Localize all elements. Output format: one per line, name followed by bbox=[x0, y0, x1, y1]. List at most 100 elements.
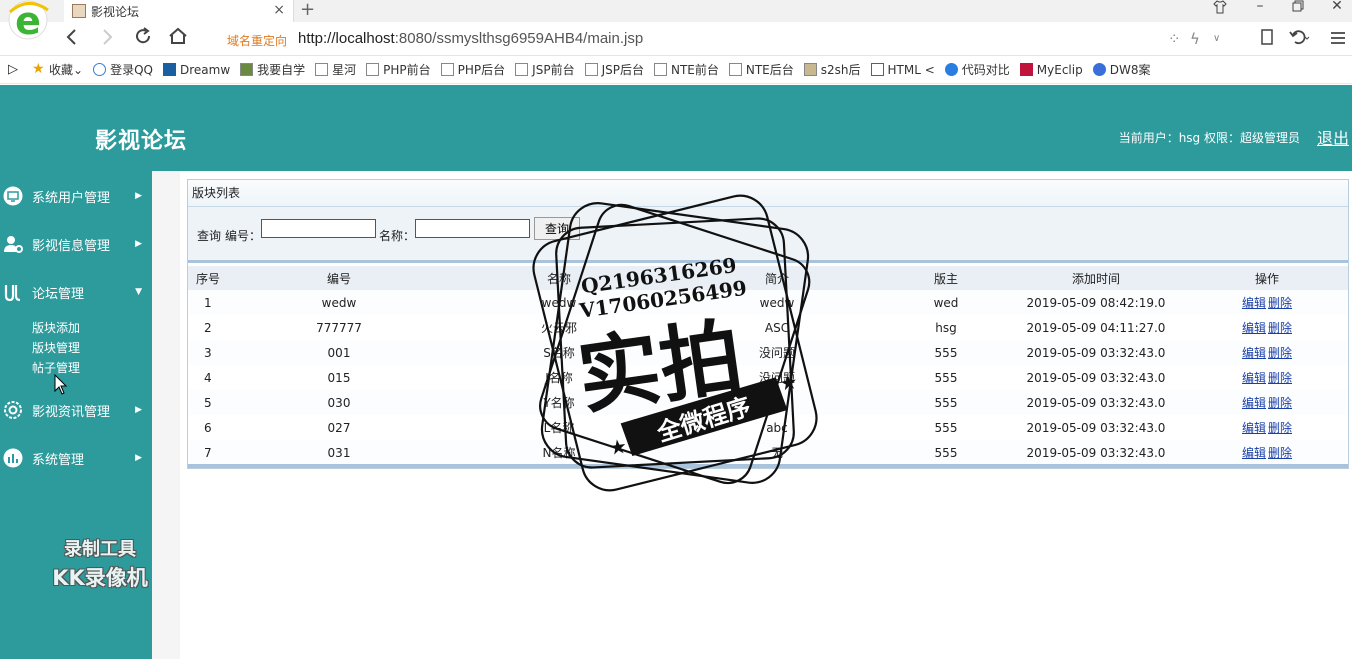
cell-no: 5 bbox=[204, 395, 212, 410]
recorder-watermark: 录制工具 KK录像机 bbox=[30, 535, 170, 592]
cell-time: 2019-05-09 03:32:43.0 bbox=[1026, 420, 1166, 435]
code-search-input[interactable] bbox=[261, 219, 376, 238]
sidebar-item-system[interactable]: 系统管理 ▶ bbox=[0, 434, 152, 482]
sidebar-item-system-users[interactable]: 系统用户管理 ▶ bbox=[0, 172, 152, 220]
sidebar-item-label: 论坛管理 bbox=[32, 286, 85, 302]
cell-name: J名称 bbox=[545, 371, 573, 385]
table-row: 5 030 Y名称 无 555 2019-05-09 03:32:43.0 编辑… bbox=[188, 390, 1348, 415]
back-button[interactable] bbox=[60, 26, 84, 50]
new-tab-button[interactable]: + bbox=[300, 0, 315, 20]
image-icon bbox=[803, 63, 817, 76]
bookmark-item[interactable]: 代码对比 bbox=[944, 61, 1010, 78]
edit-link[interactable]: 编辑 bbox=[1242, 396, 1266, 410]
delete-link[interactable]: 删除 bbox=[1268, 321, 1292, 335]
bookmark-item[interactable]: DW8案 bbox=[1092, 61, 1150, 78]
cell-name: 火云邪 bbox=[540, 321, 577, 335]
current-user-info: 当前用户：hsg 权限：超级管理员 bbox=[1118, 131, 1300, 145]
submenu-add-board[interactable]: 版块添加 bbox=[32, 319, 80, 336]
chevron-down-icon[interactable]: ∨ bbox=[1213, 33, 1220, 44]
minimize-button[interactable]: – bbox=[1245, 0, 1275, 13]
table-header-row: 序号 编号 名称 简介 版主 添加时间 操作 bbox=[188, 266, 1348, 290]
delete-link[interactable]: 删除 bbox=[1268, 446, 1292, 460]
cell-no: 6 bbox=[204, 420, 212, 435]
cell-intro: wedw bbox=[759, 295, 795, 310]
delete-link[interactable]: 删除 bbox=[1268, 396, 1292, 410]
page-icon bbox=[366, 63, 380, 76]
address-bar[interactable]: http://localhost:8080/ssmyslthsg6959AHB4… bbox=[298, 30, 643, 47]
tab-close-icon[interactable]: × bbox=[273, 2, 285, 18]
bookmark-item[interactable]: PHP前台 bbox=[366, 61, 431, 78]
site-title: 影视论坛 bbox=[95, 129, 188, 154]
submenu-manage-board[interactable]: 版块管理 bbox=[32, 339, 80, 356]
sidebar-item-movie-info[interactable]: 影视信息管理 ▶ bbox=[0, 220, 152, 268]
cell-actions: 编辑 删除 bbox=[1186, 390, 1348, 415]
cell-code: 030 bbox=[327, 395, 351, 410]
refresh-button[interactable] bbox=[131, 26, 155, 50]
cell-time: 2019-05-09 04:11:27.0 bbox=[1026, 320, 1166, 335]
edit-link[interactable]: 编辑 bbox=[1242, 321, 1266, 335]
menu-icon[interactable] bbox=[1326, 26, 1350, 50]
bookmark-item[interactable]: NTE前台 bbox=[653, 61, 719, 78]
table-row: 2 777777 火云邪 ASC hsg 2019-05-09 04:11:27… bbox=[188, 315, 1348, 340]
bar-chart-icon bbox=[3, 448, 23, 468]
shirt-skin-icon[interactable] bbox=[1205, 0, 1235, 16]
cell-name: Y名称 bbox=[543, 396, 575, 410]
bookmark-item[interactable]: HTML < bbox=[870, 63, 935, 77]
cell-moderator: 555 bbox=[934, 445, 958, 460]
undo-icon[interactable] bbox=[1288, 26, 1312, 50]
bookmark-item[interactable]: JSP前台 bbox=[515, 61, 575, 78]
bookmark-item[interactable]: 登录QQ bbox=[93, 61, 153, 78]
table-row: 1 wedw wedw wedw wed 2019-05-09 08:42:19… bbox=[188, 290, 1348, 315]
panel-title: 版块列表 bbox=[188, 180, 1348, 207]
recorder-watermark-line2: KK录像机 bbox=[52, 566, 148, 590]
logout-link[interactable]: 退出 bbox=[1317, 125, 1349, 149]
bookmark-item[interactable]: NTE后台 bbox=[728, 61, 794, 78]
close-window-button[interactable]: ✕ bbox=[1322, 0, 1352, 13]
bookmark-item[interactable]: PHP后台 bbox=[440, 61, 505, 78]
delete-link[interactable]: 删除 bbox=[1268, 371, 1292, 385]
cell-time: 2019-05-09 03:32:43.0 bbox=[1026, 445, 1166, 460]
table-row: 7 031 N名称 无 555 2019-05-09 03:32:43.0 编辑… bbox=[188, 440, 1348, 465]
delete-link[interactable]: 删除 bbox=[1268, 346, 1292, 360]
myeclipse-icon bbox=[1019, 63, 1033, 76]
name-search-input[interactable] bbox=[415, 219, 530, 238]
cell-code: 015 bbox=[327, 370, 351, 385]
bookmark-item[interactable]: Dreamw bbox=[162, 63, 230, 77]
grid-icon[interactable]: ⁘ bbox=[1168, 30, 1181, 48]
forward-button[interactable] bbox=[95, 26, 119, 50]
table-row: 3 001 S名称 没问题 555 2019-05-09 03:32:43.0 … bbox=[188, 340, 1348, 365]
edit-link[interactable]: 编辑 bbox=[1242, 296, 1266, 310]
browser-tab[interactable]: 影视论坛 × bbox=[64, 0, 294, 22]
restore-button[interactable] bbox=[1283, 0, 1313, 14]
cell-moderator: 555 bbox=[934, 395, 958, 410]
bookmark-item[interactable]: ★ 收藏 ⌄ bbox=[32, 61, 83, 78]
bookmark-page-icon[interactable] bbox=[1255, 26, 1279, 50]
page-header: 影视论坛 当前用户：hsg 权限：超级管理员 退出 bbox=[0, 85, 1352, 171]
lightning-icon[interactable]: ϟ bbox=[1190, 30, 1200, 48]
browser-toolbar: 域名重定向 http://localhost:8080/ssmyslthsg69… bbox=[0, 22, 1352, 56]
sidebar-toggle-icon[interactable]: ▷ bbox=[8, 62, 18, 77]
edit-link[interactable]: 编辑 bbox=[1242, 346, 1266, 360]
sidebar-item-forum[interactable]: 论坛管理 ▼ bbox=[0, 268, 152, 316]
edit-link[interactable]: 编辑 bbox=[1242, 446, 1266, 460]
bookmark-item[interactable]: JSP后台 bbox=[584, 61, 644, 78]
bookmark-item[interactable]: s2sh后 bbox=[803, 61, 861, 78]
mouse-cursor-icon bbox=[54, 374, 68, 395]
cell-time: 2019-05-09 08:42:19.0 bbox=[1026, 295, 1166, 310]
edit-link[interactable]: 编辑 bbox=[1242, 421, 1266, 435]
home-button[interactable] bbox=[166, 26, 190, 50]
cell-intro: abc bbox=[766, 420, 788, 435]
bookmark-item[interactable]: 星河 bbox=[315, 61, 356, 78]
column-header: 版主 bbox=[933, 271, 958, 286]
bookmark-item[interactable]: MyEclip bbox=[1019, 63, 1083, 77]
sidebar-item-movie-news[interactable]: 影视资讯管理 ▶ bbox=[0, 386, 152, 434]
cell-code: 001 bbox=[327, 345, 351, 360]
cell-no: 4 bbox=[204, 370, 212, 385]
bookmark-item[interactable]: 我要自学 bbox=[240, 61, 305, 78]
search-button[interactable]: 查询 bbox=[534, 217, 580, 240]
table-row: 6 027 L名称 abc 555 2019-05-09 03:32:43.0 … bbox=[188, 415, 1348, 440]
cell-moderator: wed bbox=[933, 295, 959, 310]
edit-link[interactable]: 编辑 bbox=[1242, 371, 1266, 385]
delete-link[interactable]: 删除 bbox=[1268, 296, 1292, 310]
delete-link[interactable]: 删除 bbox=[1268, 421, 1292, 435]
